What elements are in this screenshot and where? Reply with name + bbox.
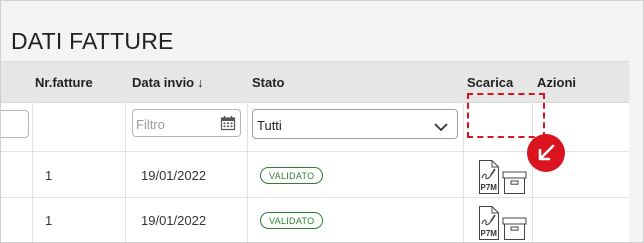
download-group: P7M — [478, 159, 527, 200]
stato-filter-select[interactable]: Tutti — [252, 109, 458, 139]
arrow-down-left-icon — [527, 134, 565, 172]
stato-filter-value: Tutti — [257, 118, 282, 133]
download-group: P7M — [478, 205, 527, 242]
status-badge: VALIDATO — [260, 212, 324, 229]
header-stato: Stato — [252, 75, 285, 90]
column-divider — [247, 102, 248, 242]
row-divider — [1, 197, 629, 198]
header-data-invio-label: Data invio — [132, 75, 195, 90]
header-nr-fatture: Nr.fatture — [35, 75, 93, 90]
p7m-file-icon[interactable]: P7M — [478, 159, 500, 200]
header-data-invio[interactable]: Data invio ↓ — [132, 75, 204, 90]
invoice-panel: DATI FATTURE Nr.fatture Data invio ↓ Stat… — [0, 0, 644, 243]
archive-box-icon[interactable] — [502, 171, 527, 200]
column-divider — [32, 102, 33, 242]
archive-box-icon[interactable] — [502, 217, 527, 242]
calendar-icon[interactable] — [220, 115, 236, 136]
date-filter-placeholder: Filtro — [136, 117, 165, 132]
p7m-file-icon[interactable]: P7M — [478, 205, 500, 242]
header-azioni: Azioni — [537, 75, 576, 90]
chevron-down-icon — [434, 119, 448, 137]
row-nr-fatture: 1 — [45, 168, 53, 183]
date-filter-input[interactable]: Filtro — [132, 109, 241, 137]
header-scarica: Scarica — [467, 75, 514, 90]
row-nr-fatture: 1 — [45, 213, 53, 228]
row-data-invio: 19/01/2022 — [141, 213, 207, 228]
download-highlight-box — [467, 93, 545, 138]
sort-down-icon[interactable]: ↓ — [197, 75, 204, 90]
status-badge: VALIDATO — [260, 167, 324, 184]
svg-text:P7M: P7M — [481, 229, 498, 238]
row-data-invio: 19/01/2022 — [141, 168, 207, 183]
column-divider — [125, 102, 126, 242]
column-divider — [463, 102, 464, 242]
svg-text:P7M: P7M — [481, 183, 498, 192]
filter-input-partial[interactable] — [1, 110, 29, 138]
page-title: DATI FATTURE — [11, 28, 174, 54]
